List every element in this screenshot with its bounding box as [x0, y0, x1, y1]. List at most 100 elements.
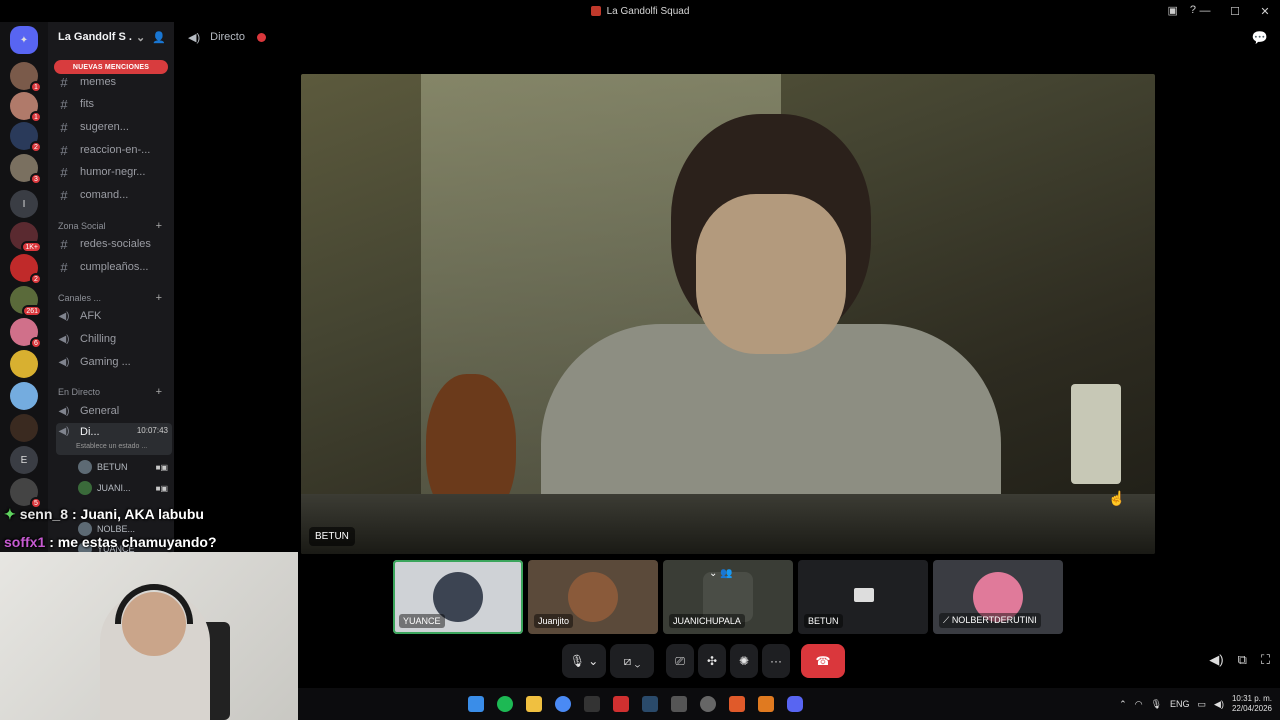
server-icon[interactable]: E	[10, 446, 38, 474]
epic-games-icon[interactable]	[584, 696, 600, 712]
server-name: La Gandolf S .	[58, 31, 132, 43]
windows-start-icon[interactable]	[468, 696, 484, 712]
close-button[interactable]: ✕	[1250, 5, 1280, 18]
server-icon[interactable]	[10, 382, 38, 410]
clock-time: 10:31 p. m.	[1231, 694, 1272, 703]
language-indicator[interactable]: ENG	[1170, 699, 1190, 709]
maximize-button[interactable]: ☐	[1220, 5, 1250, 18]
category-zona-social[interactable]: Zona Social +	[58, 219, 170, 233]
invite-icon[interactable]: 👤	[152, 31, 166, 44]
channel-comandos[interactable]: # comand...	[56, 185, 172, 205]
hang-up-button[interactable]: ☎	[801, 644, 845, 678]
channel-reaccion[interactable]: # reaccion-en-...	[56, 140, 172, 160]
chrome-icon[interactable]	[555, 696, 571, 712]
voice-user[interactable]: JUANI... ■▣	[78, 479, 168, 497]
popout-icon[interactable]: ⧉	[1238, 652, 1247, 668]
voice-user[interactable]: BETUN ■▣	[78, 458, 168, 476]
file-explorer-icon[interactable]	[526, 696, 542, 712]
server-icon[interactable]: 2	[10, 254, 42, 285]
participant-name: YUANCE	[399, 614, 445, 628]
participant-name: ⟋ NOLBERTDERUTINI	[939, 613, 1041, 628]
video-desk	[301, 494, 1155, 554]
server-icon[interactable]: 3	[10, 154, 42, 185]
status-text[interactable]: Establece un estado ...	[76, 443, 147, 450]
channel-cumpleanos[interactable]: # cumpleaños...	[56, 257, 172, 277]
obs-icon[interactable]	[700, 696, 716, 712]
wifi-icon[interactable]: ◠	[1135, 699, 1143, 710]
microphone-icon: 🎙 ⌄	[569, 654, 599, 668]
channel-sugerencias[interactable]: # sugeren...	[56, 117, 172, 137]
channel-label: General	[80, 405, 120, 417]
speaker-icon: ◀)	[188, 31, 201, 44]
voice-channel-gaming[interactable]: ◀) Gaming ...	[56, 352, 172, 372]
channel-humor[interactable]: # humor-negr...	[56, 162, 172, 182]
participant-tile[interactable]: Juanjito	[528, 560, 658, 634]
fullscreen-icon[interactable]: ⛶	[1261, 652, 1270, 668]
call-channel-name: Directo	[210, 31, 245, 43]
discord-icon[interactable]	[787, 696, 803, 712]
add-channel-icon[interactable]: +	[156, 292, 162, 304]
chat-message: ✦ senn_8: Juani, AKA labubu	[4, 500, 304, 528]
participant-tile[interactable]: ⟋ NOLBERTDERUTINI	[933, 560, 1063, 634]
volume-icon[interactable]: ◀)	[1214, 699, 1224, 710]
voice-channel-afk[interactable]: ◀) AFK	[56, 306, 172, 326]
more-button[interactable]: ···	[762, 644, 790, 678]
server-icon[interactable]: 261	[10, 286, 42, 317]
hash-icon: #	[60, 119, 68, 135]
channel-label: cumpleaños...	[80, 261, 149, 273]
voice-channel-directo[interactable]: ◀) Di... 10:07:43 Establece un estado ..…	[56, 423, 172, 455]
chevron-up-icon[interactable]: ⌃	[1119, 699, 1127, 710]
server-icon[interactable]: 6	[10, 318, 42, 349]
add-channel-icon[interactable]: +	[156, 220, 162, 232]
app-icon[interactable]	[758, 696, 774, 712]
microphone-button[interactable]: 🎙 ⌄	[562, 644, 606, 678]
channel-label: sugeren...	[80, 121, 129, 133]
voice-channel-chilling[interactable]: ◀) Chilling	[56, 329, 172, 349]
minimize-button[interactable]: —	[1190, 5, 1220, 17]
title-bar: La Gandolfi Squad ▣ ? — ☐ ✕	[0, 0, 1280, 22]
participant-name: BETUN	[804, 614, 843, 628]
volume-icon[interactable]: ◀)	[1209, 652, 1223, 668]
add-channel-icon[interactable]: +	[156, 386, 162, 398]
screen-share-button[interactable]: ⎚	[666, 644, 694, 678]
window-title-text: La Gandolfi Squad	[606, 5, 690, 17]
server-icon[interactable]	[10, 414, 38, 442]
spotify-icon[interactable]	[497, 696, 513, 712]
server-icon[interactable]: 2	[10, 122, 42, 153]
server-icon[interactable]: 1K+	[10, 222, 42, 253]
server-header[interactable]: La Gandolf S . ⌄ 👤	[48, 22, 174, 52]
steam-icon[interactable]	[642, 696, 658, 712]
chat-icon[interactable]: 💬	[1252, 30, 1268, 46]
clock[interactable]: 10:31 p. m. 22/04/2026	[1232, 694, 1272, 714]
category-canales[interactable]: Canales ... +	[58, 291, 170, 305]
channel-redes-sociales[interactable]: # redes-sociales	[56, 234, 172, 254]
app-icon[interactable]	[613, 696, 629, 712]
avatar	[568, 572, 618, 622]
soundboard-button[interactable]: ✺	[730, 644, 758, 678]
server-icon[interactable]: I	[10, 190, 38, 218]
participant-tile[interactable]: ⌄ 👥 JUANICHUPALA	[663, 560, 793, 634]
channel-fits[interactable]: # fits	[56, 94, 172, 114]
activities-button[interactable]: ✣	[698, 644, 726, 678]
server-icon[interactable]: 1	[10, 62, 42, 93]
server-icon[interactable]	[10, 350, 38, 378]
participant-tile[interactable]: YUANCE	[393, 560, 523, 634]
camera-button[interactable]: ⧄ ⌄	[610, 644, 654, 678]
network-icon[interactable]: ▭	[1198, 699, 1207, 710]
soundboard-icon: ✺	[738, 654, 750, 668]
voice-channel-general[interactable]: ◀) General	[56, 401, 172, 421]
channel-label: Chilling	[80, 333, 117, 345]
inbox-icon[interactable]: ▣	[1167, 4, 1177, 17]
microphone-icon[interactable]: 🎙	[1151, 699, 1162, 710]
channel-memes[interactable]: # memes	[56, 72, 172, 92]
live-indicator	[256, 32, 266, 42]
chat-username: senn_8	[19, 506, 68, 522]
discord-home-icon[interactable]: ✦	[10, 26, 38, 54]
app-icon[interactable]	[671, 696, 687, 712]
chevron-down-icon[interactable]: ⌄ 👥	[709, 568, 733, 579]
brave-icon[interactable]	[729, 696, 745, 712]
category-en-directo[interactable]: En Directo +	[58, 385, 170, 399]
participant-tile[interactable]: BETUN	[798, 560, 928, 634]
main-video-stream[interactable]: BETUN	[301, 74, 1155, 554]
server-icon[interactable]: 1	[10, 92, 42, 123]
